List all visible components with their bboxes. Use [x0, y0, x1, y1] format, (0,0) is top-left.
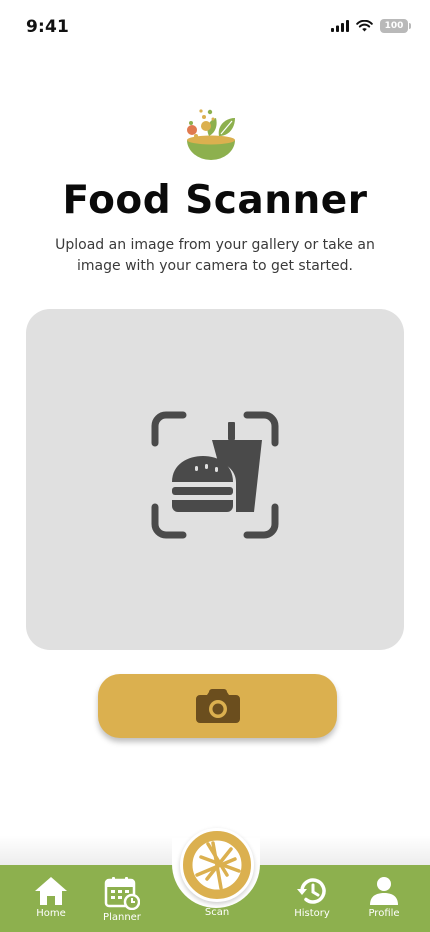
- home-icon: [35, 877, 67, 905]
- history-icon: [297, 878, 326, 904]
- calendar-icon: [104, 877, 140, 910]
- nav-label-planner: Planner: [103, 912, 141, 923]
- status-bar: 9:41 100: [0, 0, 430, 56]
- nav-label-history: History: [294, 908, 330, 919]
- battery-icon: 100: [380, 19, 411, 33]
- wifi-icon: [356, 20, 373, 32]
- page-title: Food Scanner: [62, 178, 368, 223]
- nav-label-scan: Scan: [204, 907, 230, 918]
- camera-button[interactable]: [98, 674, 337, 738]
- nav-item-planner[interactable]: Planner: [100, 876, 144, 923]
- scan-button[interactable]: [180, 828, 254, 902]
- nav-label-profile: Profile: [368, 908, 400, 919]
- nav-item-profile[interactable]: Profile: [366, 876, 402, 919]
- food-scan-icon: [151, 411, 279, 538]
- cellular-signal-icon: [331, 20, 349, 32]
- nav-item-home[interactable]: Home: [32, 876, 70, 919]
- profile-icon: [370, 877, 398, 905]
- nav-item-history[interactable]: History: [292, 876, 332, 919]
- image-upload-area[interactable]: [26, 309, 404, 650]
- page-subtitle: Upload an image from your gallery or tak…: [55, 237, 375, 274]
- status-time: 9:41: [26, 17, 70, 37]
- status-icons: 100: [331, 19, 411, 33]
- camera-icon: [195, 689, 240, 723]
- aperture-icon: [189, 837, 245, 893]
- battery-level: 100: [384, 21, 404, 31]
- salad-bowl-logo-icon: [187, 109, 235, 160]
- nav-label-home: Home: [36, 908, 66, 919]
